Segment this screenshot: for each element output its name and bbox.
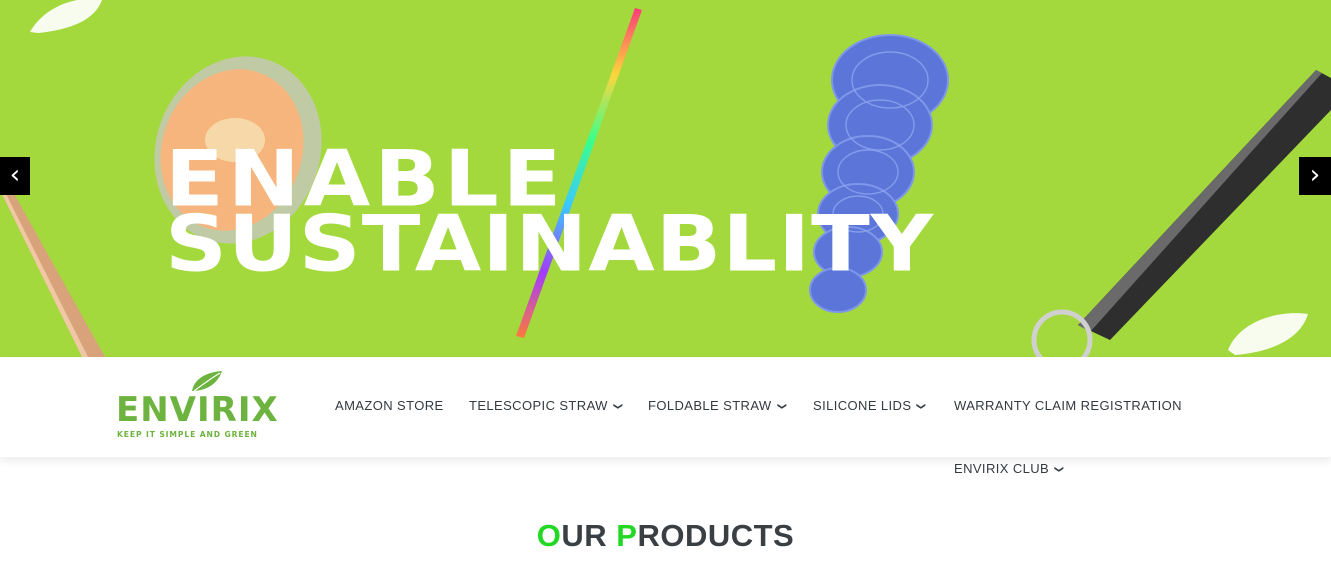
nav-item-label: FOLDABLE STRAW <box>648 398 772 413</box>
nav-item-silicone-lids[interactable]: SILICONE LIDS ❯ <box>813 398 927 413</box>
hero-headline-line2: SUSTAINABLITY <box>165 199 935 290</box>
hero-slider: ENABLE SUSTAINABLITY ‹ › <box>0 0 1331 357</box>
title-text-ur: UR <box>561 518 617 553</box>
nav-item-label: SILICONE LIDS <box>813 398 912 413</box>
our-products-heading: OUR PRODUCTS <box>0 518 1331 554</box>
chevron-down-icon: ❯ <box>1054 465 1065 474</box>
main-navigation: AMAZON STORE TELESCOPIC STRAW ❯ FOLDABLE … <box>0 357 1331 476</box>
nav-item-telescopic-straw[interactable]: TELESCOPIC STRAW ❯ <box>469 398 624 413</box>
title-accent-o: O <box>536 518 562 553</box>
title-text-roducts: RODUCTS <box>637 518 795 553</box>
slider-prev-button[interactable]: ‹ <box>0 157 30 195</box>
nav-item-label: WARRANTY CLAIM REGISTRATION <box>954 398 1182 413</box>
nav-item-label: ENVIRIX CLUB <box>954 461 1050 476</box>
nav-item-foldable-straw[interactable]: FOLDABLE STRAW ❯ <box>648 398 788 413</box>
site-header: ENVIRIX KEEP IT SIMPLE AND GREEN AMAZON … <box>0 357 1331 476</box>
nav-item-warranty-claim[interactable]: WARRANTY CLAIM REGISTRATION <box>954 398 1182 413</box>
title-accent-p: P <box>616 518 638 553</box>
chevron-down-icon: ❯ <box>916 402 927 411</box>
hero-headline: ENABLE SUSTAINABLITY <box>165 141 935 290</box>
nav-item-amazon-store[interactable]: AMAZON STORE <box>335 398 444 413</box>
chevron-down-icon: ❯ <box>613 402 624 411</box>
nav-item-envirix-club[interactable]: ENVIRIX CLUB ❯ <box>954 461 1065 476</box>
chevron-down-icon: ❯ <box>777 402 788 411</box>
nav-item-label: TELESCOPIC STRAW <box>469 398 608 413</box>
nav-item-label: AMAZON STORE <box>335 398 444 413</box>
slider-next-button[interactable]: › <box>1299 157 1331 195</box>
